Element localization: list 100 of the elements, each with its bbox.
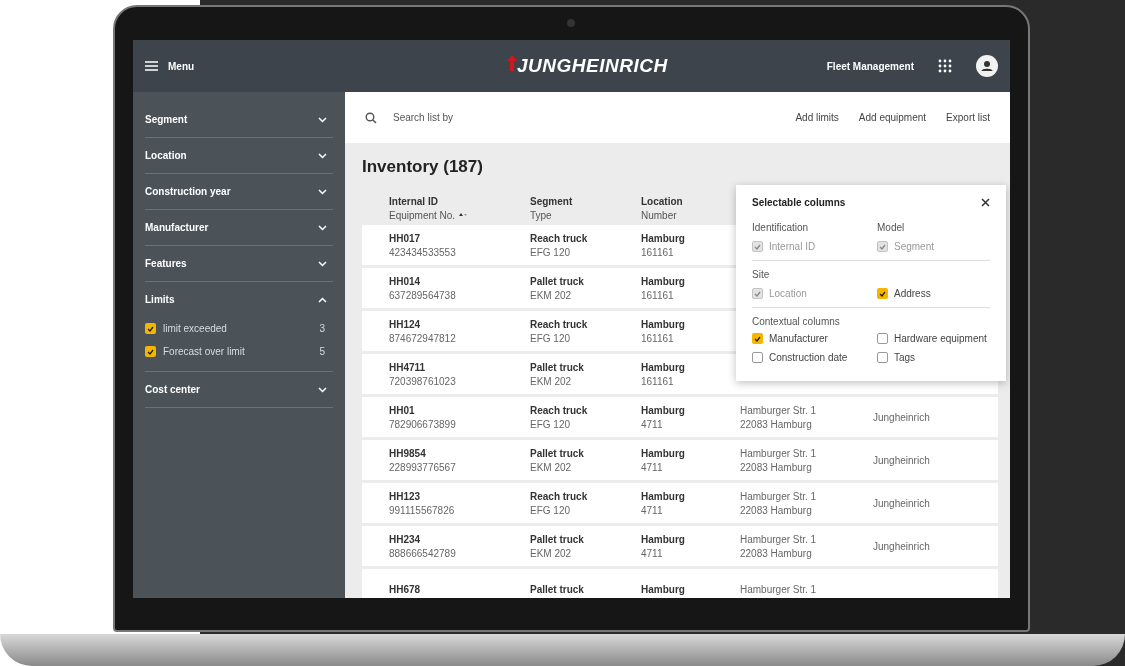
table-cell-text: HH124 <box>389 318 422 330</box>
table-cell-text: 991115567826 <box>389 504 456 516</box>
chevron-icon <box>318 116 327 123</box>
search-icon <box>365 111 377 124</box>
table-row[interactable]: HH01 782906673899 Reach truck EFG 120 Hamburg 4711 Hamburger Str. 1 22083 Hamburg Jungheinrich <box>362 397 998 437</box>
column-subheader[interactable]: Number <box>641 209 677 221</box>
table-cell-text: 161161 <box>641 246 675 258</box>
table-cell-text: HH678 <box>389 583 422 595</box>
filter-item[interactable]: Construction year <box>145 174 333 209</box>
chevron-icon <box>318 296 327 303</box>
toolbar-link[interactable]: Add equipment <box>858 112 927 123</box>
filter-item[interactable]: Limits <box>145 282 333 317</box>
table-cell-text: 423434533553 <box>389 246 457 258</box>
table-cell-text: EKM 202 <box>530 461 573 473</box>
camera-dot <box>567 19 575 27</box>
group-heading: Identification <box>752 222 810 233</box>
app-name: Fleet Management <box>826 60 914 72</box>
table-cell-text: Reach truck <box>530 318 589 330</box>
chevron-icon <box>318 152 327 159</box>
table-cell-text: EFG 120 <box>530 246 572 258</box>
filter-option-label: limit exceeded <box>163 323 228 334</box>
group-heading: Model <box>877 222 906 233</box>
table-cell-text: Reach truck <box>530 490 589 502</box>
table-cell-text: 637289564738 <box>389 289 457 301</box>
table-cell-text: Jungheinrich <box>873 497 931 509</box>
table-row[interactable]: HH678 Pallet truck Hamburg Hamburger Str. 1 <box>362 569 998 598</box>
chevron-icon <box>318 188 327 195</box>
table-cell-text: Hamburg <box>641 318 686 330</box>
checkbox[interactable] <box>877 352 888 363</box>
checkbox-label: Location <box>769 288 807 299</box>
filter-item[interactable]: Manufacturer <box>145 210 333 245</box>
column-header[interactable]: Location <box>641 195 740 207</box>
toolbar-link[interactable]: Export list <box>946 112 990 123</box>
checkbox[interactable] <box>145 346 156 357</box>
checkbox-label: Manufacturer <box>769 333 828 344</box>
filter-item[interactable]: Cost center <box>145 372 333 407</box>
menu-button[interactable]: Menu <box>145 60 355 72</box>
page-title: Inventory (187) <box>362 157 483 177</box>
table-cell-text: Hamburger Str. 1 <box>740 404 818 416</box>
table-cell-text: Hamburger Str. 1 <box>740 490 818 502</box>
table-cell-text: HH9854 <box>389 447 427 459</box>
app-grid-icon[interactable] <box>938 59 952 73</box>
checkbox[interactable] <box>877 288 888 299</box>
table-cell-text: Hamburg <box>641 533 686 545</box>
table-cell-text: EFG 120 <box>530 332 572 344</box>
table-cell-text: 22083 Hamburg <box>740 504 813 516</box>
table-cell-text: 888666542789 <box>389 547 457 559</box>
column-header[interactable]: Internal ID <box>389 195 530 207</box>
table-cell-text: Hamburg <box>641 232 686 244</box>
count: 3 <box>319 323 326 334</box>
table-cell-text: HH4711 <box>389 361 427 373</box>
user-avatar-icon[interactable] <box>976 55 998 77</box>
checkbox-label: Construction date <box>769 352 848 363</box>
chevron-icon <box>318 386 327 393</box>
arrow-icon <box>507 55 517 71</box>
table-row[interactable]: HH123 991115567826 Reach truck EFG 120 Hamburg 4711 Hamburger Str. 1 22083 Hamburg Jungheinrich <box>362 483 998 523</box>
checkbox-label: Internal ID <box>769 241 816 252</box>
table-cell-text: 22083 Hamburg <box>740 461 813 473</box>
table-cell-text: 720398761023 <box>389 375 457 387</box>
filter-item[interactable]: Segment <box>145 102 333 137</box>
checkbox[interactable] <box>752 333 763 344</box>
checkbox-label: Hardware equipment <box>894 333 987 344</box>
filter-item[interactable]: Location <box>145 138 333 173</box>
table-cell-text: HH014 <box>389 275 422 287</box>
column-subheader[interactable]: Equipment No. <box>389 209 456 221</box>
table-row[interactable]: HH9854 228993776567 Pallet truck EKM 202 Hamburg 4711 Hamburger Str. 1 22083 Hamburg Jungheinrich <box>362 440 998 480</box>
table-cell-text: Hamburger Str. 1 <box>740 447 818 459</box>
chevron-icon <box>318 224 327 231</box>
table-cell-text: Pallet truck <box>530 583 585 595</box>
checkbox[interactable] <box>752 352 763 363</box>
table-cell-text: Jungheinrich <box>873 411 931 423</box>
column-subheader[interactable]: Type <box>530 209 552 221</box>
count: 5 <box>319 346 326 357</box>
table-cell-text: Hamburg <box>641 275 686 287</box>
checkbox-label: Tags <box>894 352 916 363</box>
table-cell-text: 22083 Hamburg <box>740 547 813 559</box>
table-cell-text: Reach truck <box>530 404 589 416</box>
checkbox[interactable] <box>877 333 888 344</box>
logo-text: JUNGHEINRICH <box>517 55 668 77</box>
table-cell-text: Hamburg <box>641 361 686 373</box>
popup-title: Selectable columns <box>752 197 846 208</box>
table-cell-text: Hamburg <box>641 490 686 502</box>
filter-item[interactable]: Features <box>145 246 333 281</box>
toolbar-link[interactable]: Add limits <box>795 112 839 123</box>
group-heading: Contextual columns <box>752 316 841 327</box>
close-icon[interactable] <box>981 198 990 207</box>
table-row[interactable]: HH234 888666542789 Pallet truck EKM 202 Hamburg 4711 Hamburger Str. 1 22083 Hamburg Jungheinrich <box>362 526 998 566</box>
sort-icon[interactable] <box>459 212 468 218</box>
column-header[interactable]: Segment <box>530 195 641 207</box>
table-cell-text: Hamburger Str. 1 <box>740 583 818 595</box>
table-cell-text: 161161 <box>641 289 675 301</box>
table-cell-text: Pallet truck <box>530 447 585 459</box>
table-cell-text: Reach truck <box>530 232 589 244</box>
table-cell-text: 4711 <box>641 547 664 559</box>
table-cell-text: Pallet truck <box>530 361 585 373</box>
table-cell-text: 4711 <box>641 461 664 473</box>
checkbox[interactable] <box>145 323 156 334</box>
table-cell-text: Hamburg <box>641 404 686 416</box>
table-cell-text: 4711 <box>641 504 664 516</box>
table-cell-text: HH234 <box>389 533 422 545</box>
